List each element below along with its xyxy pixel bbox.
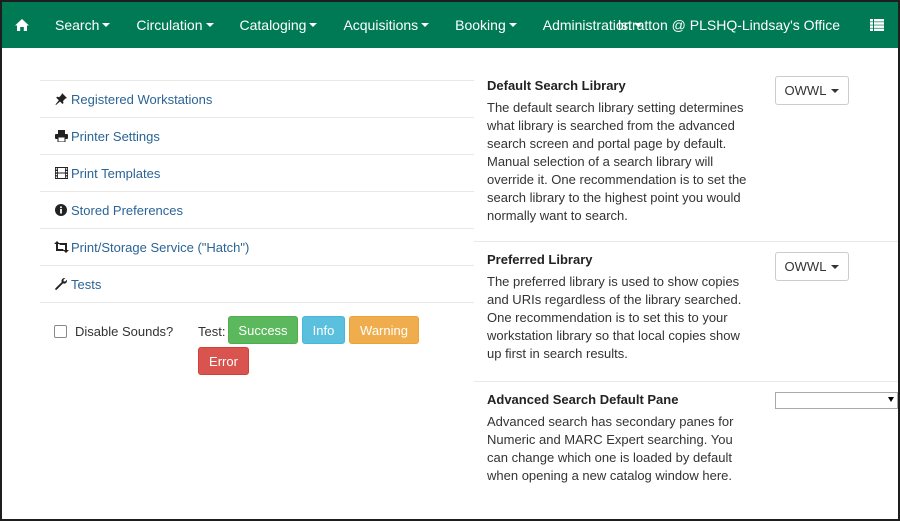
setting-advanced-search-pane: Advanced Search Default Pane Advanced se… bbox=[474, 382, 898, 512]
disable-sounds-label: Disable Sounds? bbox=[75, 324, 174, 339]
link-print-templates[interactable]: Print Templates bbox=[40, 155, 474, 192]
caret-down-icon bbox=[205, 23, 214, 27]
link-label: Printer Settings bbox=[71, 128, 160, 144]
printer-icon bbox=[53, 129, 69, 143]
home-icon bbox=[15, 19, 29, 31]
user-workstation-label[interactable]: lstratton @ PLSHQ-Lindsay's Office bbox=[618, 2, 840, 48]
disable-sounds-checkbox[interactable] bbox=[54, 325, 67, 338]
test-success-button[interactable]: Success bbox=[228, 316, 298, 344]
menu-acquisitions[interactable]: Acquisitions bbox=[330, 2, 442, 48]
link-label: Tests bbox=[71, 276, 102, 292]
link-label: Print/Storage Service ("Hatch") bbox=[71, 239, 250, 255]
dropdown-value: OWWL bbox=[784, 83, 827, 98]
link-hatch-service[interactable]: Print/Storage Service ("Hatch") bbox=[40, 229, 474, 266]
setting-title: Advanced Search Default Pane bbox=[487, 392, 679, 407]
caret-down-icon bbox=[421, 23, 430, 27]
film-icon bbox=[53, 166, 69, 180]
menu-cataloging[interactable]: Cataloging bbox=[227, 2, 331, 48]
link-label: Registered Workstations bbox=[71, 91, 213, 107]
test-warning-button[interactable]: Warning bbox=[349, 316, 419, 344]
default-search-library-dropdown[interactable]: OWWL bbox=[775, 76, 849, 105]
test-label: Test: bbox=[198, 324, 226, 339]
main-menu: Search Circulation Cataloging Acquisitio… bbox=[42, 2, 655, 48]
disable-sounds-row: Disable Sounds? bbox=[54, 324, 173, 339]
caret-down-icon bbox=[508, 23, 517, 27]
setting-description: Advanced search has secondary panes for … bbox=[487, 414, 734, 483]
setting-title: Preferred Library bbox=[487, 252, 593, 267]
admin-link-list: Registered Workstations Printer Settings… bbox=[40, 80, 474, 303]
menu-search[interactable]: Search bbox=[42, 2, 123, 48]
pushpin-icon bbox=[53, 92, 69, 106]
dropdown-value: OWWL bbox=[784, 259, 827, 274]
link-label: Stored Preferences bbox=[71, 202, 184, 218]
retweet-icon bbox=[53, 240, 69, 254]
setting-description: The preferred library is used to show co… bbox=[487, 274, 742, 361]
link-printer-settings[interactable]: Printer Settings bbox=[40, 118, 474, 155]
test-info-button[interactable]: Info bbox=[302, 316, 345, 344]
setting-title: Default Search Library bbox=[487, 78, 626, 93]
link-stored-preferences[interactable]: Stored Preferences bbox=[40, 192, 474, 229]
list-menu-button[interactable] bbox=[870, 2, 884, 48]
menu-circulation[interactable]: Circulation bbox=[123, 2, 226, 48]
link-label: Print Templates bbox=[71, 165, 161, 181]
caret-down-icon bbox=[309, 23, 318, 27]
caret-down-icon bbox=[831, 88, 840, 93]
caret-down-icon bbox=[102, 23, 111, 27]
advanced-search-pane-select[interactable] bbox=[775, 392, 898, 409]
link-registered-workstations[interactable]: Registered Workstations bbox=[40, 81, 474, 118]
wrench-icon bbox=[53, 277, 69, 291]
test-error-button[interactable]: Error bbox=[198, 347, 249, 375]
link-tests[interactable]: Tests bbox=[40, 266, 474, 303]
workstation-admin-links: Registered Workstations Printer Settings… bbox=[40, 80, 474, 303]
setting-default-search-library: Default Search Library The default searc… bbox=[474, 68, 898, 242]
top-navbar: Search Circulation Cataloging Acquisitio… bbox=[2, 2, 898, 48]
app-window: Search Circulation Cataloging Acquisitio… bbox=[0, 0, 900, 521]
menu-booking[interactable]: Booking bbox=[442, 2, 530, 48]
search-preferences-panel: Default Search Library The default searc… bbox=[474, 68, 898, 512]
select-arrow-icon bbox=[888, 397, 894, 402]
setting-preferred-library: Preferred Library The preferred library … bbox=[474, 242, 898, 382]
info-circle-icon bbox=[53, 203, 69, 217]
list-icon bbox=[870, 19, 884, 31]
caret-down-icon bbox=[831, 264, 840, 269]
preferred-library-dropdown[interactable]: OWWL bbox=[775, 252, 849, 281]
home-button[interactable] bbox=[2, 2, 42, 48]
setting-description: The default search library setting deter… bbox=[487, 100, 747, 223]
